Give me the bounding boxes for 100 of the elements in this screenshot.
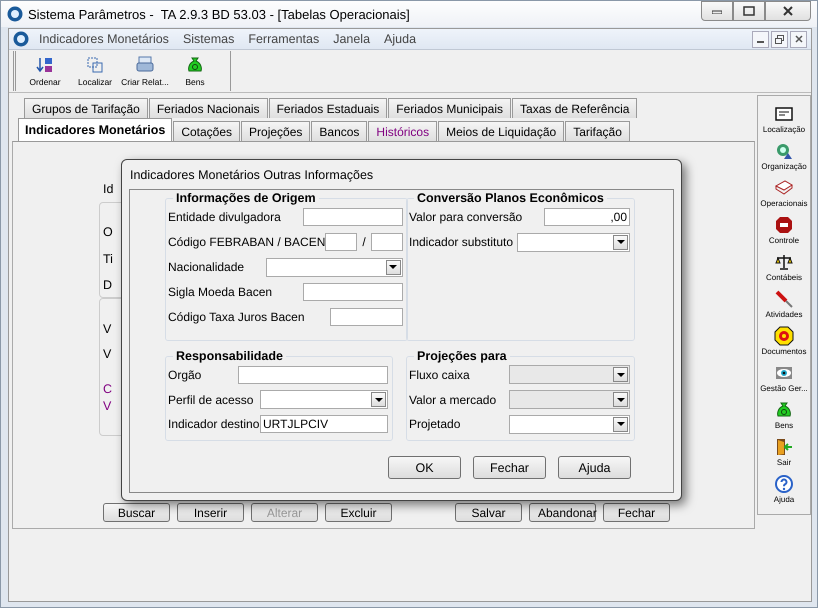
toolbar-button[interactable]: Bens [170,51,220,91]
input-field[interactable] [302,283,403,301]
field-label: Fluxo caixa [409,368,471,382]
sidebar-item[interactable]: Atividades [766,289,802,326]
field-label: Entidade divulgadora [168,210,282,224]
dropdown-button[interactable] [386,260,401,274]
field-label: V [103,399,112,413]
action-button[interactable]: Fechar [603,503,670,522]
input-field[interactable] [238,366,388,384]
menu-item[interactable]: Ajuda [384,32,416,46]
field-label: Nacionalidade [168,260,246,274]
action-button[interactable]: Inserir [177,503,244,522]
field-label: Código Taxa Juros Bacen [168,310,306,324]
tab[interactable]: Grupos de Tarifação [24,98,148,118]
separator: / [362,235,366,249]
field-label: Orgão [168,368,202,382]
input-field[interactable]: URTJLPCIV [260,415,388,434]
field-label: D [103,278,112,292]
sidebar-item[interactable]: Gestão Ger... [760,363,808,400]
sidebar-item[interactable]: Bens [774,400,794,437]
help-icon [774,474,794,494]
app-logo-icon [13,31,29,47]
toolbar-button[interactable]: Ordenar [20,51,70,91]
restore-button[interactable] [771,30,788,48]
close-icon [794,35,802,43]
toolbar-button[interactable]: Criar Relat... [120,51,170,91]
field-label: C [103,382,112,396]
field-label: Projetado [409,417,462,432]
field-label: V [103,347,112,361]
maximize-button[interactable] [733,1,765,21]
field-label: Indicador substituto [409,235,514,249]
field-label: Código FEBRABAN / BACEN [168,235,326,249]
menu-item[interactable]: Ferramentas [248,32,320,46]
menu-item[interactable]: Indicadores Monetários [39,32,169,46]
restore-icon [775,34,784,44]
field-label: Indicador destino [168,417,260,432]
field-label: Id [103,182,114,196]
group-title: Informações de Origem [175,191,317,205]
sidebar-item[interactable]: Documentos [762,326,806,363]
sidebar-item[interactable]: Localização [762,104,806,141]
sidebar-item[interactable]: Controle [768,215,800,252]
dialog-button[interactable]: OK [388,456,461,479]
field-label: V [103,322,112,336]
sort-icon [35,55,55,75]
scale-icon [774,252,794,272]
stop-sign-icon [774,215,794,235]
tab[interactable]: Bancos [311,121,368,141]
close-icon [783,6,793,16]
tab[interactable]: Meios de Liquidação [438,121,564,141]
group-title: Conversão Planos Econômicos [416,191,605,205]
toolbar-button[interactable]: Localizar [70,51,120,91]
field-label: Valor para conversão [409,210,524,224]
action-button[interactable]: Salvar [455,503,522,522]
field-label: O [103,225,113,239]
tab[interactable]: Feriados Nacionais [148,98,268,118]
dropdown-button[interactable] [371,392,386,407]
dropdown-button[interactable] [613,416,628,432]
close-button[interactable] [790,30,807,48]
menu-item[interactable]: Sistemas [182,32,234,46]
tab[interactable]: Projeções [241,121,310,141]
action-button[interactable]: Abandonar [529,503,596,522]
input-field[interactable] [330,308,403,326]
screwdriver-icon [774,289,794,309]
app-logo-icon [7,6,23,22]
tab[interactable]: Taxas de Referência [512,98,638,118]
menu-item[interactable]: Janela [333,32,370,46]
dialog-button[interactable]: Ajuda [558,456,631,479]
action-button[interactable]: Excluir [325,503,392,522]
tab[interactable]: Históricos [368,121,438,141]
sidebar-item[interactable]: Contábeis [766,252,802,289]
group-title: Responsabilidade [175,349,284,363]
dialog-title: Indicadores Monetários Outras Informações [129,166,374,184]
group-title: Projeções para [416,349,508,363]
find-icon [85,55,105,75]
tab[interactable]: Indicadores Monetários [18,118,172,141]
dialog-button[interactable]: Fechar [473,456,546,479]
input-field[interactable] [302,208,403,226]
tab[interactable]: Cotações [173,121,240,141]
minimize-icon [712,8,722,14]
minimize-button[interactable] [701,1,733,21]
input-field[interactable] [325,233,358,251]
sidebar-item[interactable]: Organização [761,141,807,178]
field-label: Ti [103,252,113,266]
sidebar-item[interactable]: Ajuda [774,474,794,511]
sidebar-item[interactable]: Sair [774,437,794,474]
action-button[interactable]: Buscar [103,503,170,522]
tab[interactable]: Tarifação [565,121,630,141]
target-icon [774,326,794,346]
input-field[interactable]: ,00 [544,208,630,226]
minimize-button[interactable] [752,30,769,48]
window-title: Sistema Parâmetros - TA 2.9.3 BD 53.03 - [Tabelas Operacionais] [28,6,410,22]
field-label: Valor a mercado [409,392,498,406]
exit-door-icon [774,437,794,457]
field-label: Sigla Moeda Bacen [168,285,274,299]
tab[interactable]: Feriados Municipais [388,98,512,118]
close-button[interactable] [765,1,811,21]
dropdown-button[interactable] [613,234,628,250]
sidebar-item[interactable]: Operacionais [760,178,808,215]
input-field[interactable] [370,233,403,251]
tab[interactable]: Feriados Estaduais [268,98,388,118]
